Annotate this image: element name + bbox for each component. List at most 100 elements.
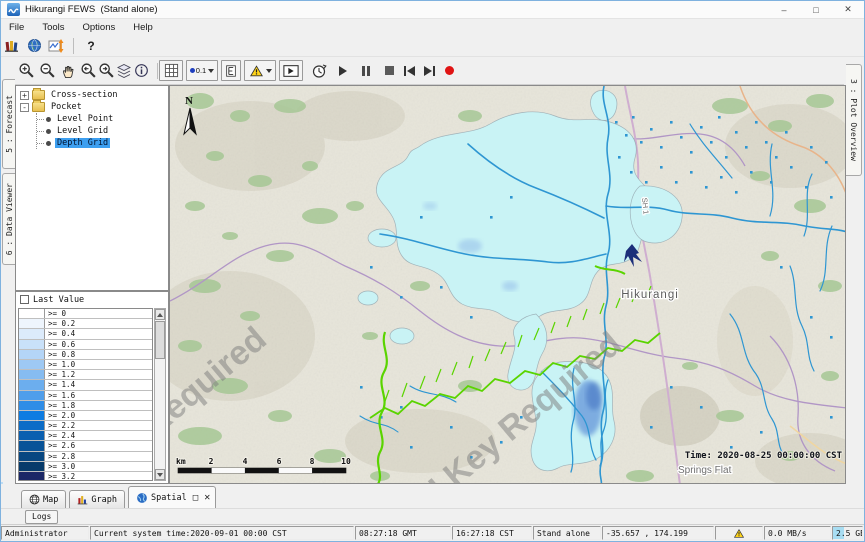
legend-row-label: >= 3.2 [45, 472, 152, 481]
dot-icon [190, 68, 195, 73]
last-value-toggle[interactable]: Last Value [16, 292, 168, 307]
tab-map[interactable]: Map [21, 490, 66, 508]
maximize-button[interactable]: □ [800, 1, 832, 18]
status-local-time: 16:27:18 CST [452, 526, 532, 540]
pan-hand-button[interactable] [58, 60, 78, 81]
blue-globe-icon [136, 492, 148, 504]
menu-tools[interactable]: Tools [33, 19, 73, 35]
legend-color-swatch [19, 350, 45, 359]
warning-dropdown[interactable] [244, 60, 276, 81]
legend-row[interactable]: >= 1.0 [19, 360, 152, 370]
legend-color-swatch [19, 380, 45, 389]
legend-row[interactable]: >= 2.0 [19, 411, 152, 421]
tab-forecast[interactable]: 5 : Forecast [2, 79, 15, 169]
bullet-icon [46, 117, 51, 122]
checkbox-icon[interactable] [20, 295, 29, 304]
legend-row[interactable]: >= 0.4 [19, 329, 152, 339]
tree-item-level-grid[interactable]: Level Grid [37, 125, 168, 137]
zoom-next-button[interactable] [96, 60, 116, 81]
legend-row[interactable]: >= 2.4 [19, 431, 152, 441]
tab-spatial[interactable]: Spatial □ ✕ [128, 486, 216, 508]
legend-row[interactable]: >= 3.0 [19, 462, 152, 472]
bar-chart-icon [77, 494, 88, 505]
legend-row[interactable]: >= 0.2 [19, 319, 152, 329]
close-button[interactable]: ✕ [832, 1, 864, 18]
database-icon[interactable] [1, 36, 23, 56]
zoom-previous-button[interactable] [78, 60, 98, 81]
scroll-down-icon[interactable] [155, 469, 165, 480]
tab-graph[interactable]: Graph [69, 490, 125, 508]
legend-row[interactable]: >= 1.8 [19, 401, 152, 411]
menu-file[interactable]: File [1, 19, 33, 35]
logs-button[interactable]: Logs [25, 510, 58, 524]
bullet-icon [46, 141, 51, 146]
record-button[interactable] [439, 60, 459, 81]
legend-row[interactable]: >= 0 [19, 309, 152, 319]
status-warning-cell[interactable] [715, 526, 763, 540]
legend-row-label: >= 1.6 [45, 391, 152, 400]
tree-connector [37, 119, 44, 120]
info-button[interactable] [131, 60, 151, 81]
legend-row-label: >= 2.6 [45, 441, 152, 450]
legend-row-label: >= 0 [45, 309, 152, 318]
legend-row[interactable]: >= 1.2 [19, 370, 152, 380]
scalar-editor-icon[interactable] [45, 36, 67, 56]
legend-row[interactable]: >= 2.2 [19, 421, 152, 431]
town-label: Hikurangi [621, 289, 679, 301]
legend-row[interactable]: >= 2.6 [19, 441, 152, 451]
legend-row[interactable]: >= 1.4 [19, 380, 152, 390]
chevron-down-icon [266, 69, 272, 73]
grid-display-button[interactable] [159, 60, 183, 81]
pause-button[interactable] [356, 60, 376, 81]
legend-row-label: >= 1.0 [45, 360, 152, 369]
tab-maximize-icon[interactable]: □ [193, 493, 198, 503]
tree-item-label: Cross-section [49, 90, 120, 100]
menu-help[interactable]: Help [124, 19, 162, 35]
play-icon [339, 66, 347, 76]
animation-window-button[interactable] [279, 60, 303, 81]
play-button[interactable] [333, 60, 353, 81]
legend-color-swatch [19, 340, 45, 349]
map-view[interactable]: API Key Required API Key Required Hikura… [169, 85, 846, 484]
tree-item-pocket[interactable]: - Pocket [16, 101, 168, 113]
zoom-in-button[interactable] [16, 60, 36, 81]
class-breaks-dropdown[interactable]: 0.1 [186, 60, 218, 81]
legend-color-swatch [19, 462, 45, 471]
toolbar-separator [73, 38, 74, 54]
tree-item-level-point[interactable]: Level Point [37, 113, 168, 125]
record-button[interactable] [408, 60, 428, 81]
legend-row[interactable]: >= 0.6 [19, 340, 152, 350]
legend-color-swatch [19, 360, 45, 369]
minimize-button[interactable]: – [768, 1, 800, 18]
tree-connector [37, 131, 44, 132]
legend-row[interactable]: >= 3.2 [19, 472, 152, 481]
legend-scrollbar[interactable] [154, 308, 166, 481]
tab-plot-overview[interactable]: 3 : Plot Overview [846, 64, 862, 176]
legend-row[interactable]: >= 2.8 [19, 452, 152, 462]
svg-text:km: km [176, 457, 186, 466]
collapse-icon[interactable]: - [20, 103, 29, 112]
expand-icon[interactable]: + [20, 91, 29, 100]
scale-legend-button[interactable] [221, 60, 241, 81]
map-time-overlay: Time: 2020-08-25 00:00:00 CST [685, 450, 843, 461]
tree-item-depth-grid[interactable]: Depth Grid [37, 137, 168, 149]
fews-window: Hikurangi FEWS (Stand alone) – □ ✕ File … [0, 0, 865, 542]
menu-options[interactable]: Options [74, 19, 125, 35]
place-label: Springs Flat [678, 465, 732, 476]
animation-time-button[interactable] [309, 60, 329, 81]
svg-text:6: 6 [277, 457, 282, 466]
svg-text:10: 10 [341, 457, 351, 466]
scrollbar-thumb[interactable] [155, 321, 165, 359]
globe-icon[interactable] [23, 36, 45, 56]
tab-data-viewer[interactable]: 6 : Data Viewer [2, 173, 15, 265]
tab-close-icon[interactable]: ✕ [204, 492, 210, 503]
legend-row-label: >= 0.8 [45, 350, 152, 359]
legend-row[interactable]: >= 0.8 [19, 350, 152, 360]
legend-row-label: >= 0.4 [45, 329, 152, 338]
warning-icon [733, 528, 745, 539]
zoom-out-button[interactable] [37, 60, 57, 81]
help-button[interactable]: ? [80, 36, 102, 56]
legend-row[interactable]: >= 1.6 [19, 391, 152, 401]
scroll-up-icon[interactable] [155, 309, 165, 320]
stop-button[interactable] [379, 60, 399, 81]
